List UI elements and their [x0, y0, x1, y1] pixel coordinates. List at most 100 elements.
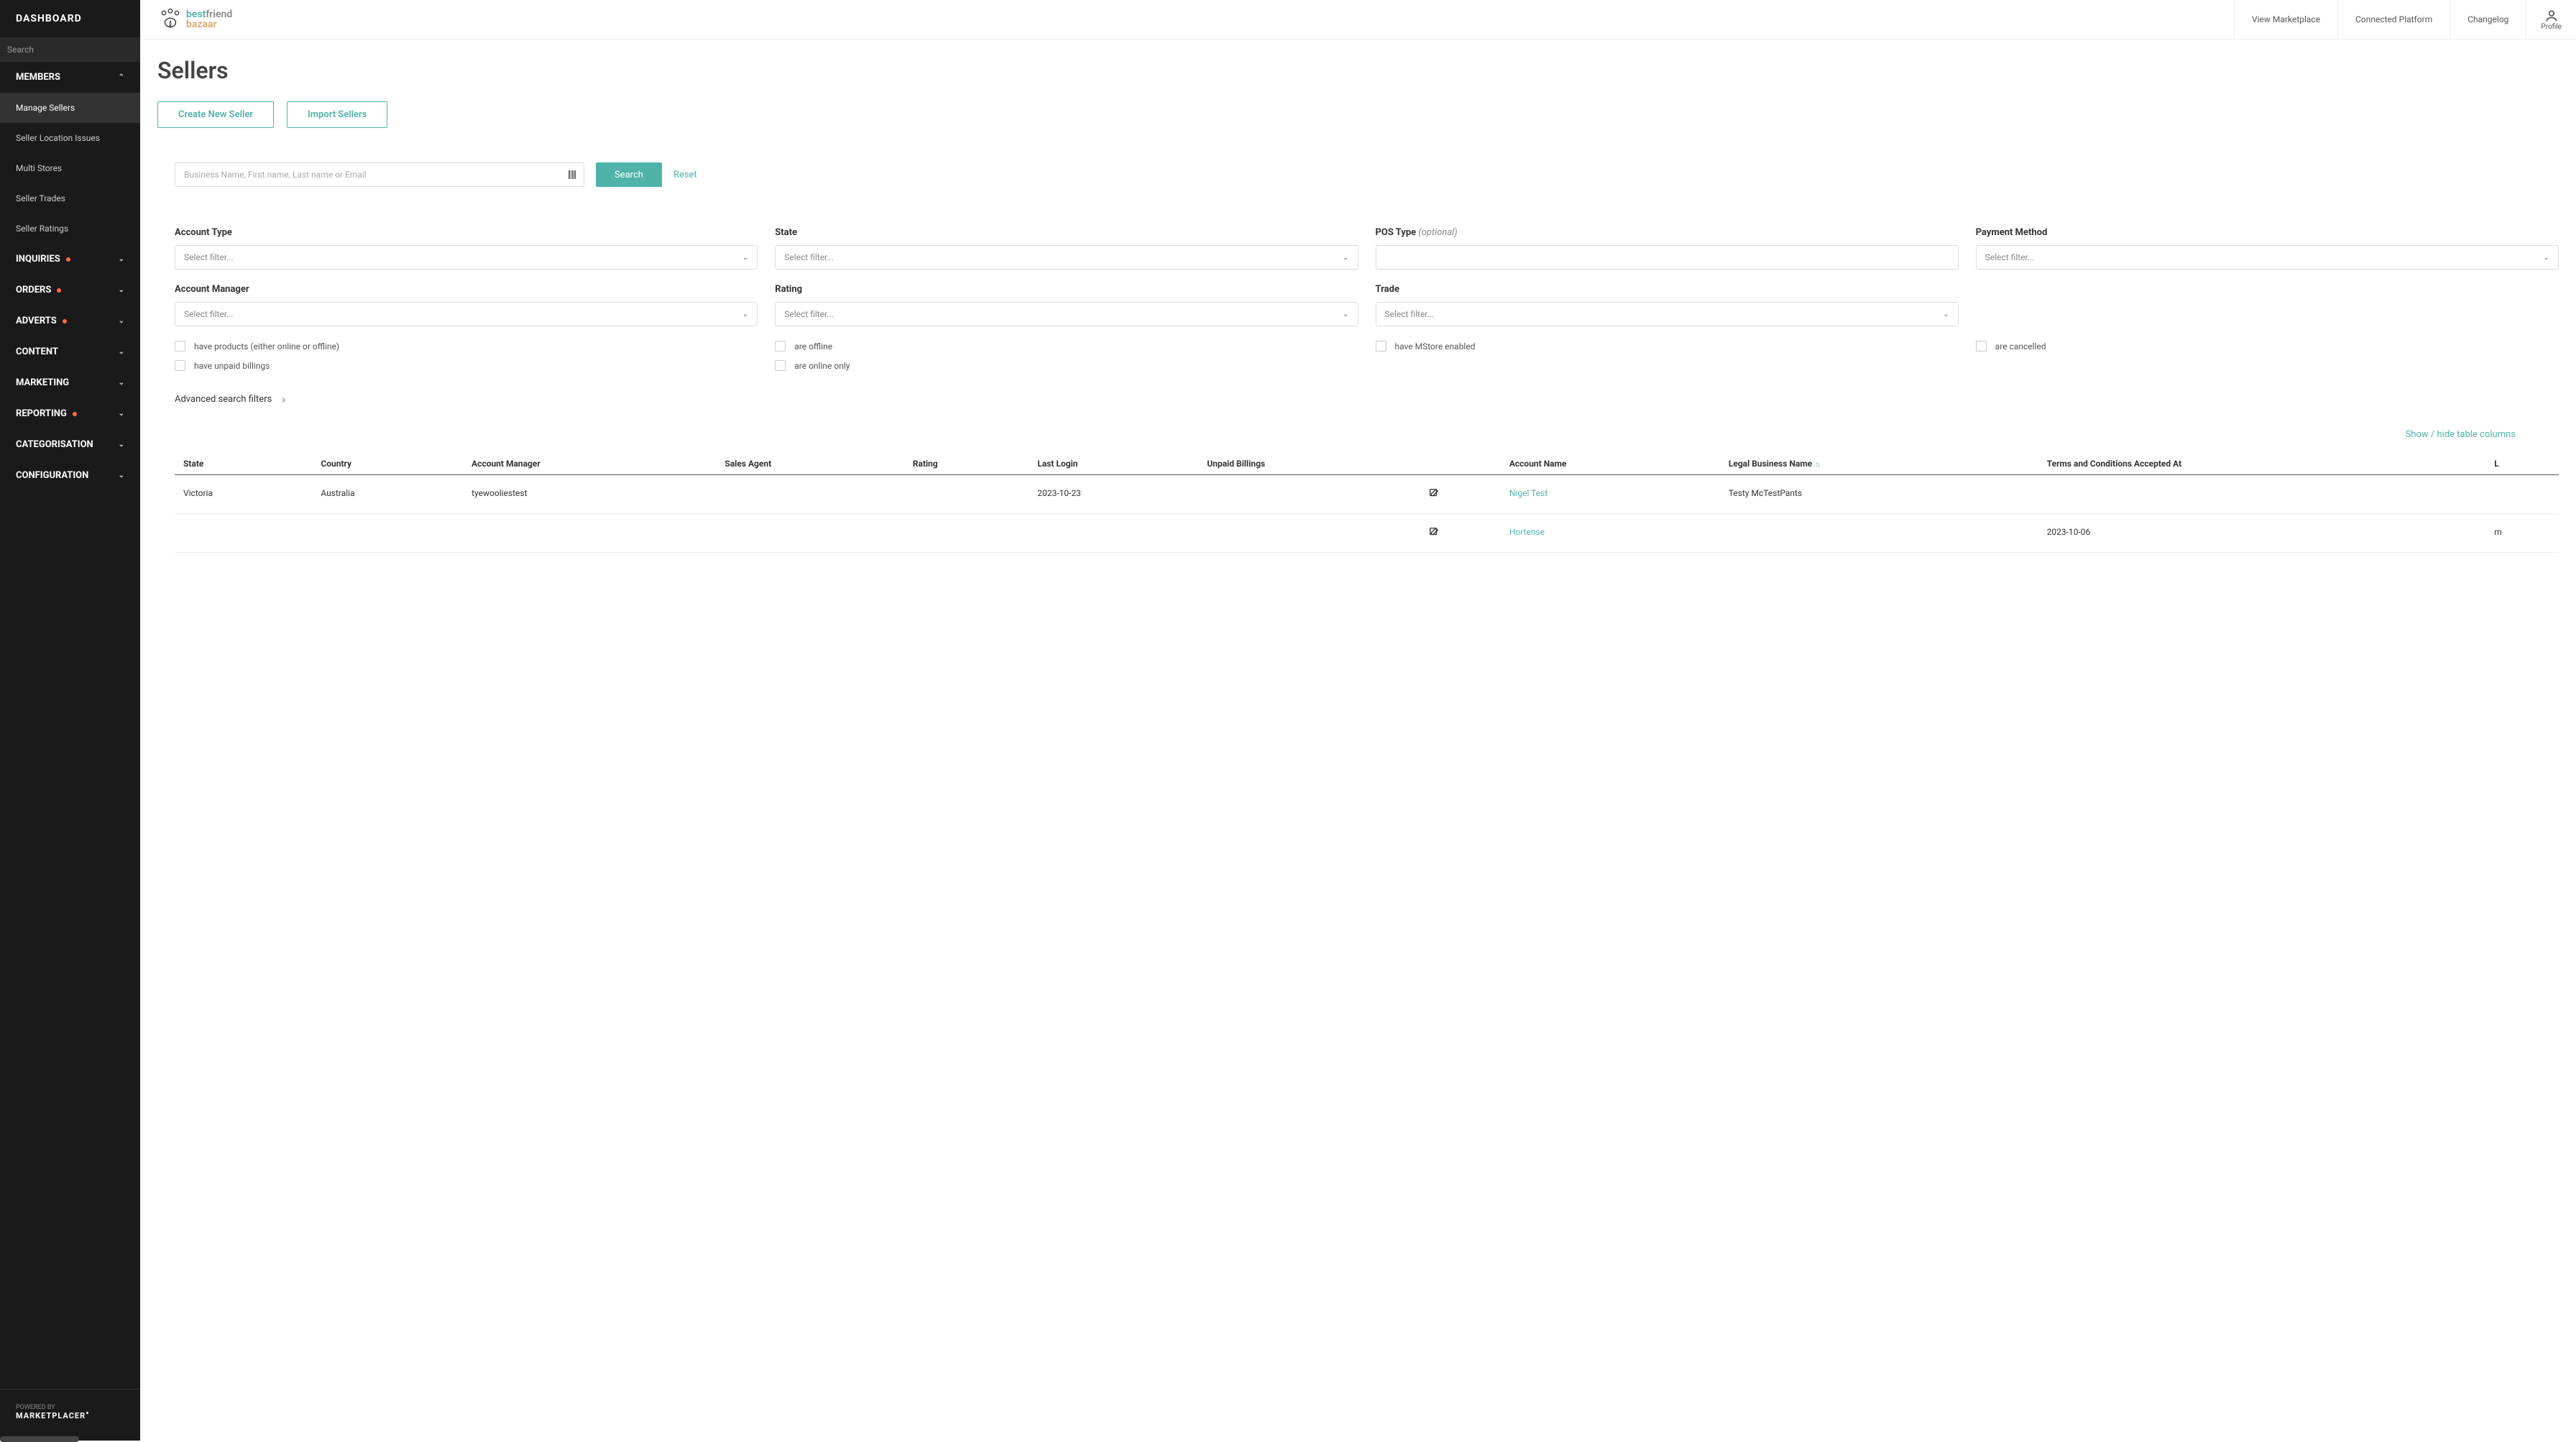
col-sales-agent[interactable]: Sales Agent — [716, 453, 903, 475]
checkbox-input[interactable] — [775, 341, 786, 352]
chevron-down-icon: ⌄ — [1343, 311, 1348, 318]
nav-section-categorisation[interactable]: CATEGORISATION ⌄ — [0, 429, 140, 460]
account-name-link[interactable]: Nigel Test — [1509, 488, 1547, 498]
col-country[interactable]: Country — [312, 453, 463, 475]
topbar-link-connected-platform[interactable]: Connected Platform — [2337, 0, 2450, 39]
logo-area: bestfriend bazaar — [140, 0, 2234, 39]
col-terms-accepted[interactable]: Terms and Conditions Accepted At — [2038, 453, 2486, 475]
checkbox-input[interactable] — [1976, 341, 1987, 352]
cell-account-manager — [463, 514, 716, 553]
cell-sales-agent — [716, 514, 903, 553]
trade-select[interactable]: Select filter...⌄ — [1376, 302, 1959, 326]
checkbox-label: are online only — [794, 361, 850, 371]
col-account-name[interactable]: Account Name — [1501, 453, 1720, 475]
table-header-row: State Country Account Manager Sales Agen… — [175, 453, 2559, 475]
chevron-down-icon: ⌄ — [119, 255, 124, 263]
chevron-down-icon: ⌄ — [1343, 254, 1348, 262]
checkbox-input[interactable] — [175, 360, 185, 371]
nav-item-seller-location-issues[interactable]: Seller Location Issues — [0, 123, 140, 153]
topbar-profile[interactable]: Profile — [2526, 0, 2576, 39]
checkbox-are-cancelled: are cancelled — [1976, 341, 2559, 352]
col-last-login[interactable]: Last Login — [1029, 453, 1198, 475]
nav-item-seller-ratings[interactable]: Seller Ratings — [0, 213, 140, 244]
show-hide-columns-link[interactable]: Show / hide table columns — [2406, 429, 2516, 440]
nav-section-reporting[interactable]: REPORTING ⌄ — [0, 398, 140, 429]
cell-legal-business-name: Testy McTestPants — [1720, 475, 2038, 514]
col-state[interactable]: State — [175, 453, 312, 475]
search-button[interactable]: Search — [596, 162, 662, 187]
advanced-search-filters-toggle[interactable]: Advanced search filters › — [175, 392, 2559, 406]
import-sellers-button[interactable]: Import Sellers — [287, 101, 387, 128]
rating-select[interactable]: Select filter... ⌄ — [775, 302, 1358, 326]
nav-item-multi-stores[interactable]: Multi Stores — [0, 153, 140, 183]
checkbox-input[interactable] — [775, 360, 786, 371]
checkbox-input[interactable] — [175, 341, 185, 352]
cell-terms-accepted — [2038, 475, 2486, 514]
cell-terms-accepted: 2023-10-06 — [2038, 514, 2486, 553]
account-name-link[interactable]: Hortense — [1509, 527, 1545, 537]
nav-section-content[interactable]: CONTENT ⌄ — [0, 336, 140, 367]
filter-pos-type: POS Type (optional) — [1376, 227, 1959, 270]
checkbox-row: have products (either online or offline)… — [175, 341, 2559, 371]
cell-account-manager: tyewooliestest — [463, 475, 716, 514]
label-text: POS Type — [1376, 227, 1417, 238]
nav-item-manage-sellers[interactable]: Manage Sellers — [0, 93, 140, 123]
nav-section-label: MARKETING — [16, 377, 69, 388]
col-rating[interactable]: Rating — [904, 453, 1029, 475]
nav-section-label: CATEGORISATION — [16, 439, 93, 450]
chevron-right-icon: › — [282, 392, 285, 406]
topbar-link-marketplace[interactable]: View Marketplace — [2234, 0, 2337, 39]
payment-method-select[interactable]: Select filter...⌄ — [1976, 245, 2559, 270]
cell-rating — [904, 475, 1029, 514]
state-select[interactable]: Select filter...⌄ — [775, 245, 1358, 270]
sidebar-search-input[interactable] — [0, 37, 140, 62]
filter-label: Rating — [775, 284, 1358, 295]
cell-legal-business-name — [1720, 514, 2038, 553]
nav-section-label: INQUIRIES — [16, 254, 60, 265]
profile-icon — [2544, 9, 2559, 23]
logo[interactable]: bestfriend bazaar — [157, 6, 232, 32]
nav-section-adverts[interactable]: ADVERTS ⌄ — [0, 306, 140, 336]
col-account-manager[interactable]: Account Manager — [463, 453, 716, 475]
notification-dot-icon — [63, 319, 67, 323]
nav-section-configuration[interactable]: CONFIGURATION ⌄ — [0, 460, 140, 491]
col-extra[interactable]: L — [2485, 453, 2559, 475]
reset-link[interactable]: Reset — [673, 170, 697, 180]
seller-search-input[interactable] — [175, 162, 584, 187]
edit-icon[interactable] — [1429, 488, 1439, 498]
chevron-down-icon: ⌄ — [119, 472, 124, 479]
pos-type-input[interactable] — [1376, 245, 1959, 270]
filter-account-type: Account Type Select filter...⌄ — [175, 227, 758, 270]
nav-section-orders[interactable]: ORDERS ⌄ — [0, 275, 140, 306]
barcode-icon[interactable] — [569, 170, 577, 179]
col-unpaid-billings[interactable]: Unpaid Billings — [1198, 453, 1420, 475]
account-type-select[interactable]: Select filter...⌄ — [175, 245, 758, 270]
barcode-icon[interactable] — [175, 491, 176, 500]
edit-icon[interactable] — [1429, 527, 1439, 537]
nav-section-marketing[interactable]: MARKETING ⌄ — [0, 367, 140, 398]
checkbox-input[interactable] — [1376, 341, 1386, 352]
select-value: Select filter... — [784, 309, 834, 319]
filter-label: Account Type — [175, 227, 758, 238]
sidebar-footer: POWERED BY MARKETPLACER — [0, 1390, 140, 1435]
col-legal-business-name[interactable]: Legal Business Name↑↓ — [1720, 453, 2038, 475]
create-new-seller-button[interactable]: Create New Seller — [157, 101, 274, 128]
cell-state — [175, 514, 312, 553]
table-row: Hortense 2023-10-06 m — [175, 514, 2559, 553]
checkbox-have-products: have products (either online or offline) — [175, 341, 758, 352]
account-manager-select[interactable]: Select filter...⌄ — [175, 302, 758, 326]
cell-last-login — [1029, 514, 1198, 553]
cell-last-login: 2023-10-23 — [1029, 475, 1198, 514]
cell-country: Australia — [312, 475, 463, 514]
marketplacer-brand: MARKETPLACER — [16, 1411, 124, 1420]
nav-section-members[interactable]: MEMBERS ⌃ — [0, 62, 140, 93]
select-value: Select filter... — [1985, 252, 2035, 262]
nav-section-inquiries[interactable]: INQUIRIES ⌄ — [0, 244, 140, 275]
nav-item-seller-trades[interactable]: Seller Trades — [0, 183, 140, 213]
horizontal-scrollbar-thumb[interactable] — [0, 1436, 79, 1442]
select-value: Select filter... — [184, 252, 234, 262]
search-section: Search Reset Account Type Select filter.… — [157, 162, 2576, 553]
topbar-link-changelog[interactable]: Changelog — [2450, 0, 2526, 39]
powered-by-label: POWERED BY — [16, 1404, 124, 1411]
checkbox-label: are cancelled — [1995, 341, 2046, 352]
